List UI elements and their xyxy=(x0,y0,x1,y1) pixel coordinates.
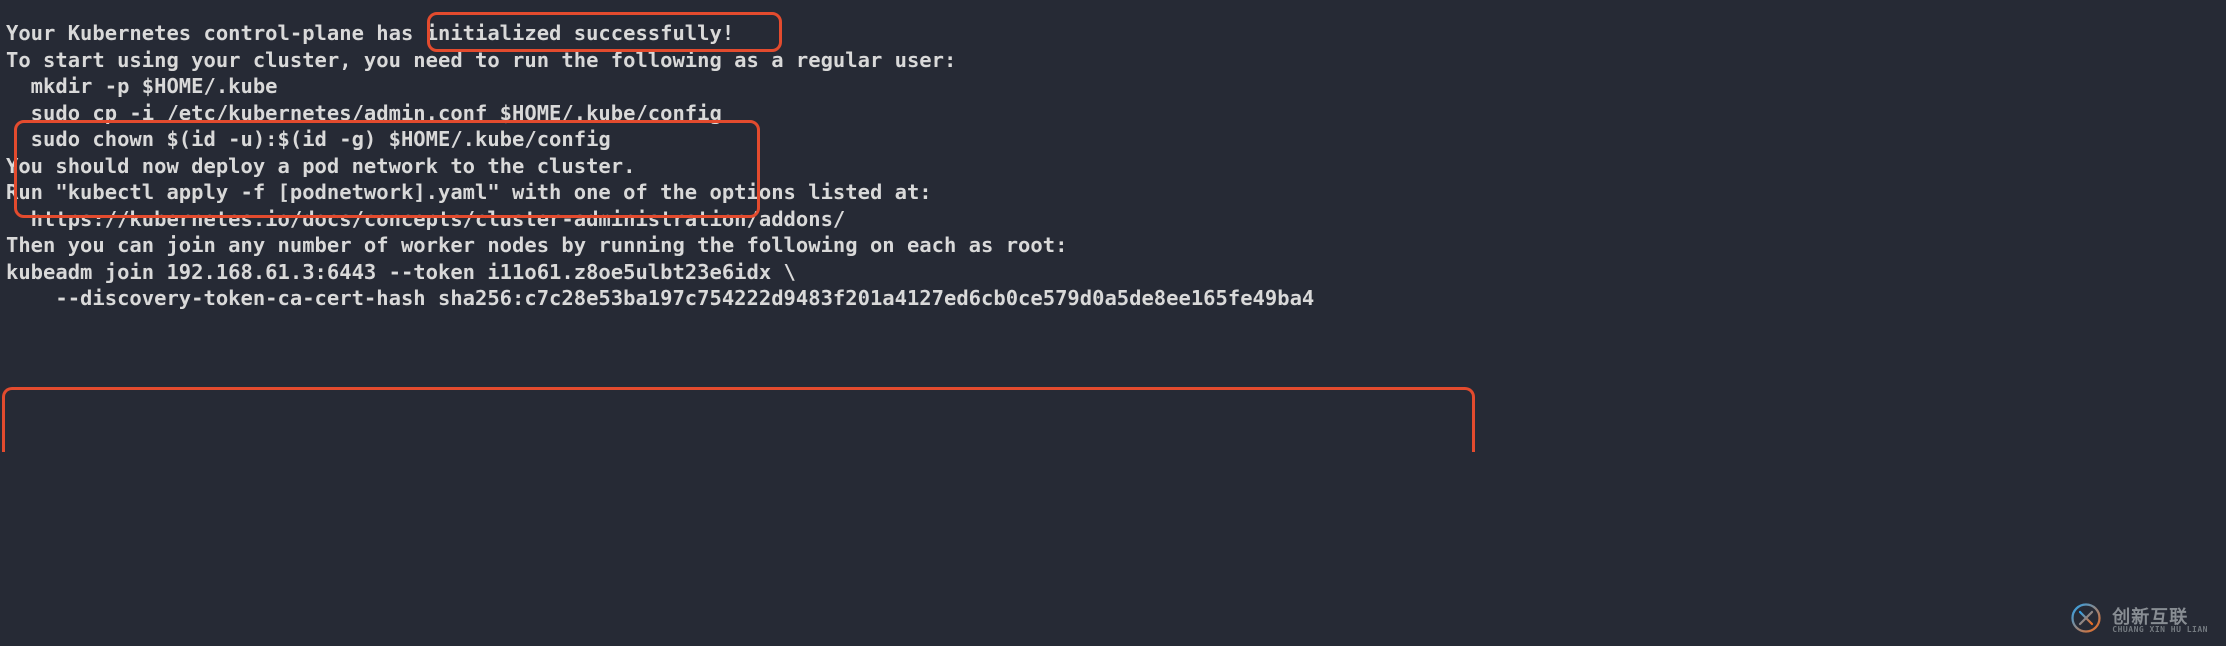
term-line: Then you can join any number of worker n… xyxy=(0,232,2226,259)
term-line: To start using your cluster, you need to… xyxy=(0,47,2226,74)
term-line: --discovery-token-ca-cert-hash sha256:c7… xyxy=(0,285,2226,312)
term-line: sudo chown $(id -u):$(id -g) $HOME/.kube… xyxy=(0,126,2226,153)
terminal-output: Your Kubernetes control-plane has initia… xyxy=(0,0,2226,646)
watermark-logo-icon xyxy=(2068,600,2104,643)
highlight-box-join xyxy=(2,387,1475,452)
term-line: https://kubernetes.io/docs/concepts/clus… xyxy=(0,206,2226,233)
term-line: You should now deploy a pod network to t… xyxy=(0,153,2226,180)
term-line: mkdir -p $HOME/.kube xyxy=(0,73,2226,100)
term-line: Run "kubectl apply -f [podnetwork].yaml"… xyxy=(0,179,2226,206)
watermark: 创新互联 CHUANG XIN HU LIAN xyxy=(2068,600,2208,643)
term-line: sudo cp -i /etc/kubernetes/admin.conf $H… xyxy=(0,100,2226,127)
watermark-text-en: CHUANG XIN HU LIAN xyxy=(2112,626,2208,634)
term-line: kubeadm join 192.168.61.3:6443 --token i… xyxy=(0,259,2226,286)
term-line: Your Kubernetes control-plane has initia… xyxy=(0,20,2226,47)
watermark-text-cn: 创新互联 xyxy=(2112,608,2208,626)
